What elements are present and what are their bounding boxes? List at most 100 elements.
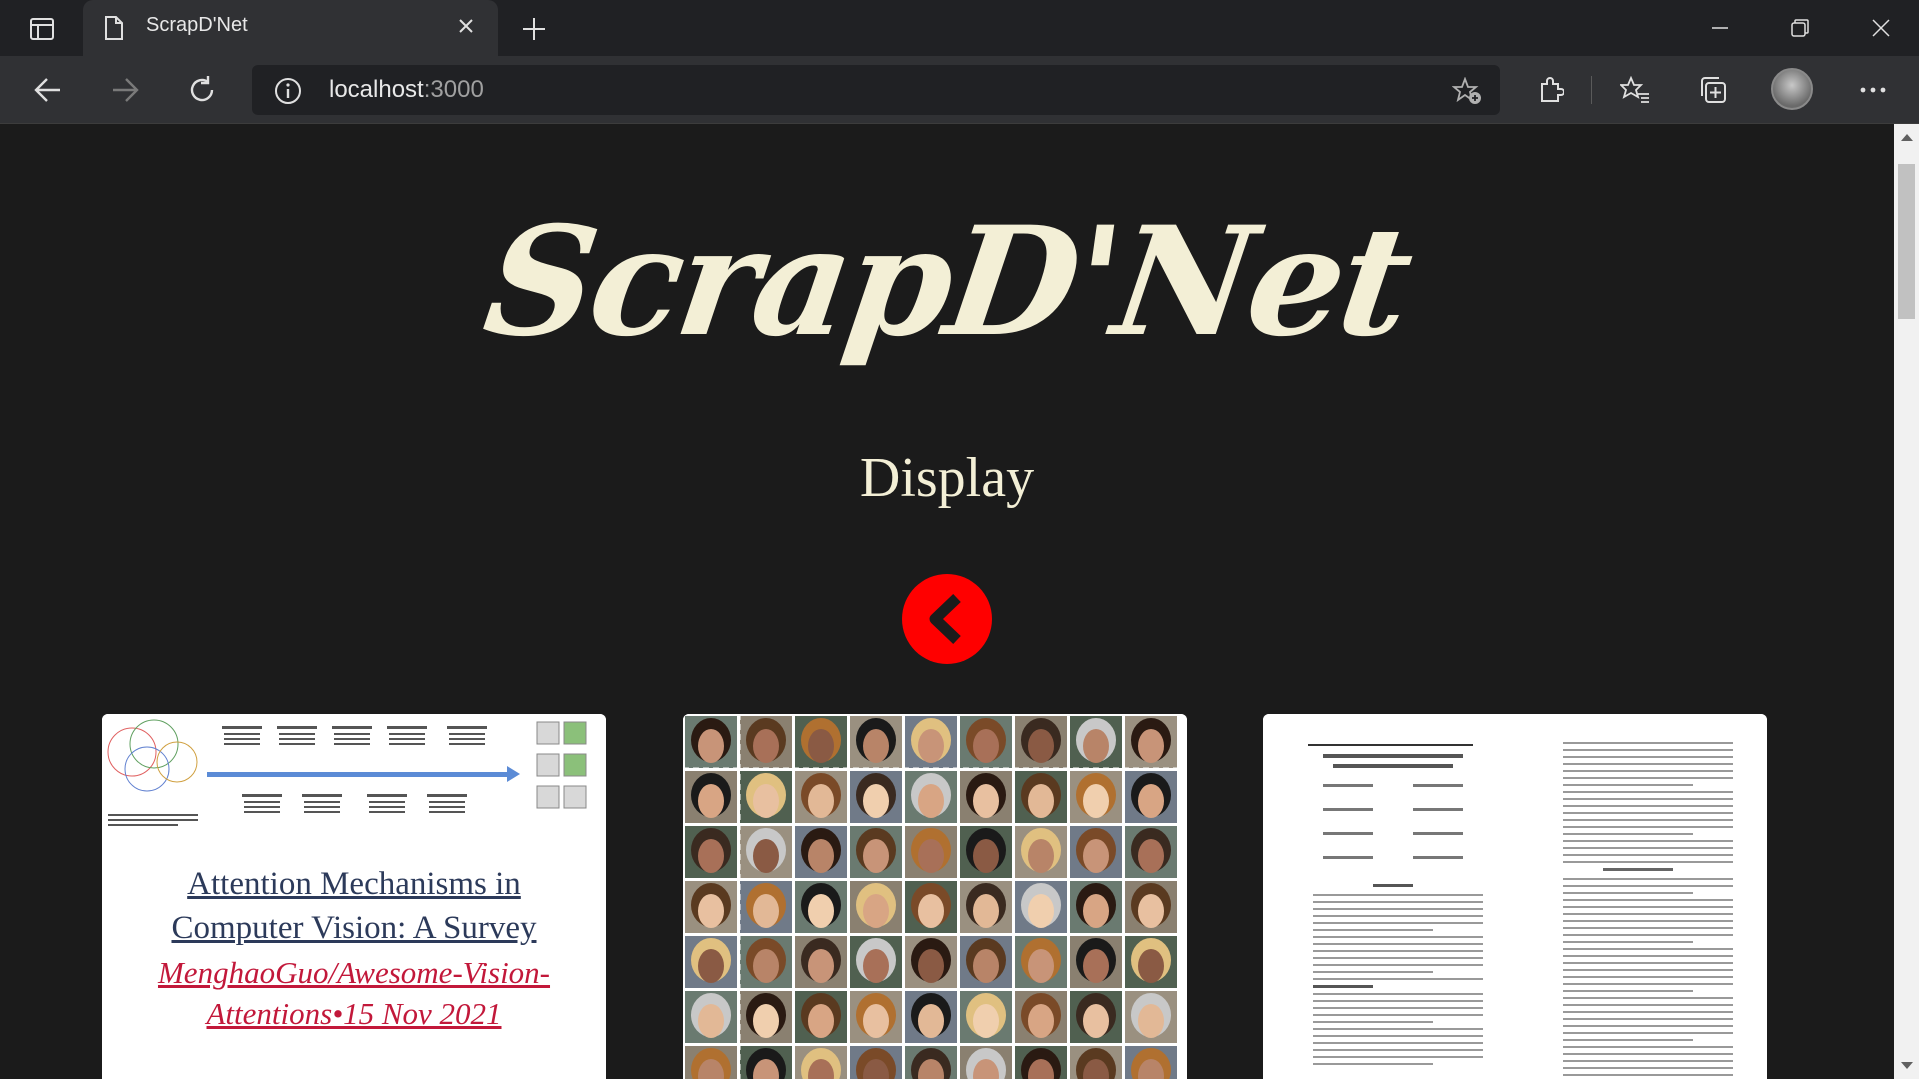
face-skin [753, 1004, 779, 1038]
doc-text-line [1313, 1042, 1483, 1044]
doc-text-line [1313, 1035, 1483, 1037]
face-skin [1083, 839, 1109, 873]
profile-avatar[interactable] [1771, 68, 1813, 110]
doc-text-line [1563, 770, 1733, 772]
add-favorite-icon[interactable] [1452, 77, 1482, 105]
doc-text-line [1313, 1063, 1433, 1065]
back-button[interactable] [902, 574, 992, 664]
doc-text-line [1563, 798, 1733, 800]
scrollbar-thumb[interactable] [1898, 164, 1915, 319]
face-skin [863, 1004, 889, 1038]
doc-text-line [1563, 892, 1693, 894]
paper-repo-link[interactable]: MenghaoGuo/Awesome-Vision-Attentions•15 … [122, 952, 586, 1034]
vertical-scrollbar[interactable] [1894, 124, 1919, 1079]
scroll-down-arrow[interactable] [1901, 1062, 1913, 1069]
face-skin [808, 1004, 834, 1038]
restore-button[interactable] [1777, 10, 1823, 46]
doc-text-line [1563, 997, 1733, 999]
doc-text-line [1563, 1074, 1733, 1076]
doc-text-line [1313, 964, 1483, 966]
face-skin [1138, 839, 1164, 873]
face-skin [1028, 949, 1054, 983]
doc-text-line [1313, 936, 1483, 938]
favorites-button[interactable] [1615, 70, 1655, 110]
face-skin [918, 1004, 944, 1038]
doc-text-line [1313, 901, 1483, 903]
reload-button[interactable] [182, 70, 222, 110]
collections-button[interactable] [1693, 70, 1733, 110]
paper-page-thumbnail [1263, 714, 1767, 1079]
forward-nav-button[interactable] [105, 70, 145, 110]
doc-author-line [1323, 808, 1373, 811]
doc-text-line [1563, 1018, 1733, 1020]
doc-text-line [1313, 929, 1433, 931]
more-menu-button[interactable] [1853, 70, 1893, 110]
doc-text-line [1313, 894, 1483, 896]
doc-text-line [1313, 1021, 1433, 1023]
address-bar[interactable]: localhost:3000 [252, 65, 1500, 115]
collections-icon [1701, 77, 1726, 103]
doc-text-line [1563, 1004, 1733, 1006]
page-icon [105, 16, 123, 40]
toolbar-divider [1591, 76, 1592, 104]
doc-text-line [1563, 1039, 1693, 1041]
face-skin [1083, 894, 1109, 928]
face-skin [973, 894, 999, 928]
doc-text-line [1313, 915, 1483, 917]
doc-text-line [1563, 805, 1733, 807]
doc-text-line [1563, 976, 1733, 978]
close-tab-icon[interactable] [456, 16, 476, 36]
doc-text-line [1563, 854, 1733, 856]
minimize-button[interactable] [1697, 10, 1743, 46]
doc-text-line [1313, 1056, 1483, 1058]
chevron-left-icon [929, 594, 961, 644]
doc-text-line [1563, 920, 1733, 922]
paper-card[interactable] [683, 714, 1187, 1079]
tab-bar: ScrapD'Net [0, 0, 1919, 56]
doc-author-line [1323, 832, 1373, 835]
face-skin [918, 784, 944, 818]
face-skin [918, 949, 944, 983]
close-window-button[interactable] [1858, 10, 1904, 46]
doc-author-line [1413, 784, 1463, 787]
face-skin [1138, 784, 1164, 818]
new-tab-button[interactable] [514, 12, 554, 46]
doc-text-line [1563, 1053, 1733, 1055]
face-skin [808, 784, 834, 818]
paper-figure-thumbnail [102, 714, 606, 838]
face-skin [973, 949, 999, 983]
url-text: localhost:3000 [329, 76, 484, 103]
face-skin [918, 729, 944, 763]
arrow-left-icon [34, 78, 60, 102]
scroll-up-arrow[interactable] [1901, 134, 1913, 141]
doc-text-line [1313, 950, 1483, 952]
doc-text-line [1563, 812, 1733, 814]
doc-text-line [1313, 993, 1483, 995]
tab-title: ScrapD'Net [146, 14, 248, 36]
paper-card[interactable] [1263, 714, 1767, 1079]
extensions-button[interactable] [1530, 70, 1570, 110]
doc-text-line [1563, 1046, 1733, 1048]
restore-icon [1791, 19, 1809, 37]
doc-section-heading [1373, 884, 1413, 887]
face-skin [1138, 729, 1164, 763]
paper-title-link[interactable]: Attention Mechanisms in Computer Vision:… [122, 862, 586, 950]
face-skin [863, 784, 889, 818]
face-skin [973, 1004, 999, 1038]
doc-text-line [1563, 819, 1733, 821]
face-skin [698, 839, 724, 873]
tab-actions-button[interactable] [18, 12, 66, 46]
back-nav-button[interactable] [28, 70, 68, 110]
doc-text-line [1563, 990, 1693, 992]
doc-text-line [1313, 908, 1483, 910]
face-skin [753, 729, 779, 763]
active-tab[interactable]: ScrapD'Net [83, 0, 498, 56]
doc-title-line [1333, 764, 1453, 768]
paper-card[interactable]: Attention Mechanisms in Computer Vision:… [102, 714, 606, 1079]
info-icon[interactable] [274, 77, 302, 105]
doc-text-line [1563, 840, 1733, 842]
face-skin [1083, 729, 1109, 763]
doc-author-line [1413, 808, 1463, 811]
doc-text-line [1313, 1014, 1483, 1016]
face-skin [1083, 1004, 1109, 1038]
